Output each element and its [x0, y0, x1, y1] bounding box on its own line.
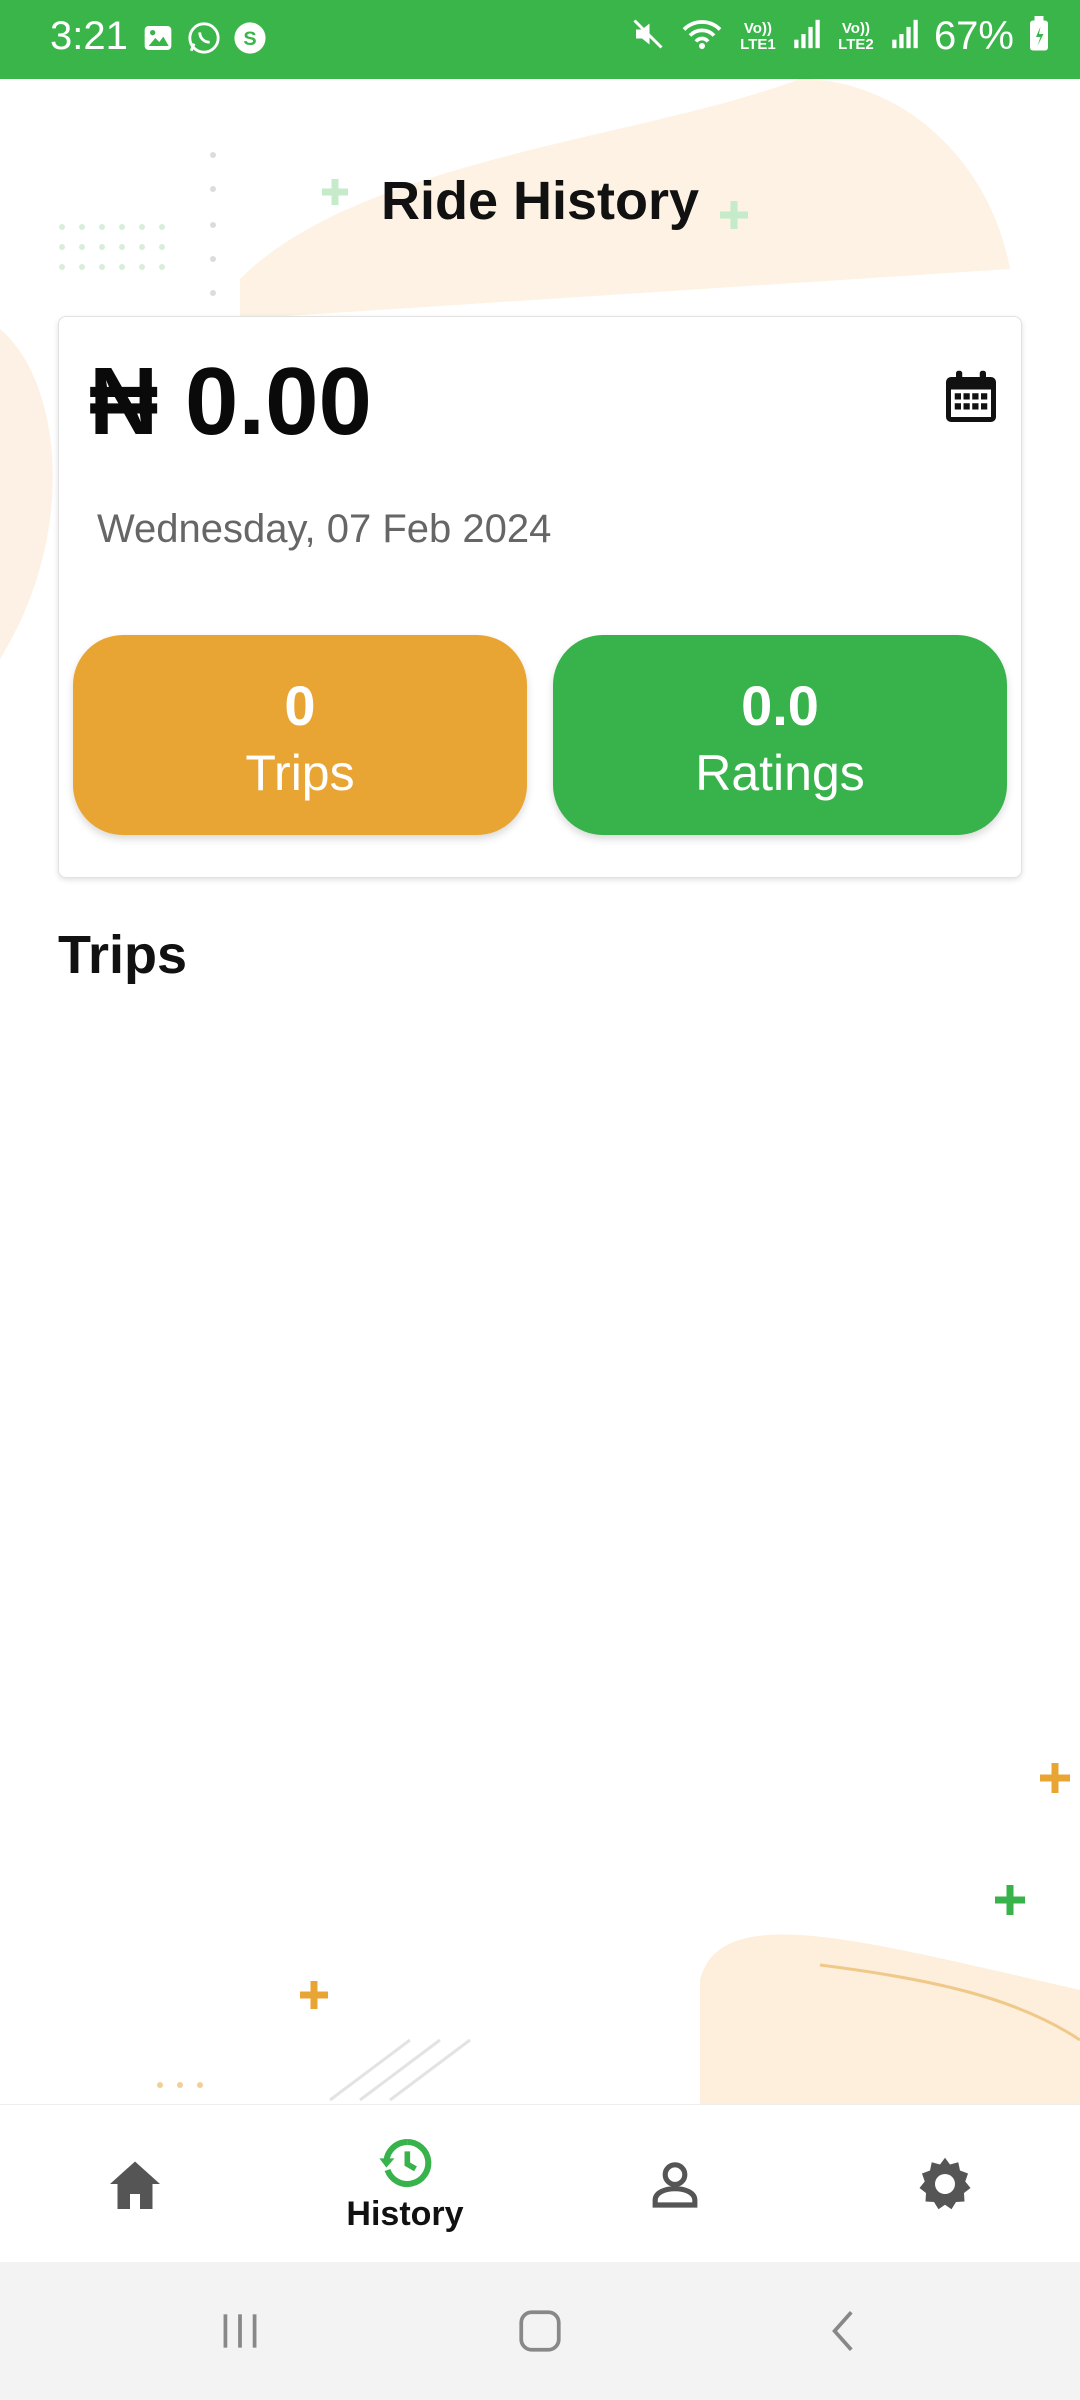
- signal-icon: [792, 17, 822, 56]
- bottom-nav: History: [0, 2104, 1080, 2263]
- page-title: Ride History: [380, 171, 700, 231]
- nav-settings[interactable]: [810, 2105, 1080, 2263]
- gallery-icon: [140, 20, 176, 56]
- nav-history-label: History: [346, 2194, 464, 2233]
- nav-profile[interactable]: [540, 2105, 810, 2263]
- background-swoosh-bottom: [157, 1763, 1080, 2104]
- battery-percent: 67%: [933, 14, 1014, 58]
- trips-section-title: Trips: [58, 925, 188, 985]
- back-icon: [832, 2311, 853, 2351]
- battery-icon: [1028, 16, 1050, 57]
- system-nav-bar: [0, 2262, 1080, 2400]
- whatsapp-icon: [186, 20, 222, 56]
- trips-label: Trips: [245, 745, 355, 801]
- s-app-icon: S: [232, 20, 268, 56]
- signal-icon: [890, 17, 920, 56]
- recents-button[interactable]: [140, 2262, 340, 2400]
- trips-count: 0: [284, 674, 316, 737]
- trips-stat[interactable]: 0 Trips: [73, 635, 527, 835]
- sim2-label: Vo)) LTE2: [838, 19, 874, 53]
- status-time: 3:21: [50, 14, 128, 58]
- ratings-value: 0.0: [741, 674, 819, 737]
- ratings-label: Ratings: [695, 745, 865, 801]
- home-circle-icon: [519, 2310, 561, 2352]
- mute-icon: [630, 16, 666, 57]
- status-bar: 3:21 S Vo)) LTE1 Vo)) LTE2 67%: [0, 0, 1080, 79]
- person-icon: [652, 2162, 698, 2208]
- nav-home[interactable]: [0, 2105, 270, 2263]
- calendar-button[interactable]: [941, 367, 1001, 427]
- nav-history[interactable]: History: [270, 2105, 540, 2263]
- summary-card: ₦ 0.00 Wednesday, 07 Feb 2024 0 Trips 0.…: [58, 316, 1022, 878]
- gear-icon: [919, 2157, 971, 2210]
- home-icon: [110, 2161, 160, 2209]
- history-icon: [379, 2138, 432, 2187]
- wifi-icon: [680, 16, 724, 57]
- recents-icon: [223, 2314, 257, 2348]
- calendar-icon: [946, 370, 996, 422]
- selected-date: Wednesday, 07 Feb 2024: [97, 507, 552, 551]
- home-button[interactable]: [440, 2262, 640, 2400]
- svg-text:S: S: [243, 28, 256, 50]
- back-button[interactable]: [745, 2262, 945, 2400]
- sim1-label: Vo)) LTE1: [740, 19, 776, 53]
- earnings-amount: ₦ 0.00: [89, 348, 372, 455]
- ratings-stat[interactable]: 0.0 Ratings: [553, 635, 1007, 835]
